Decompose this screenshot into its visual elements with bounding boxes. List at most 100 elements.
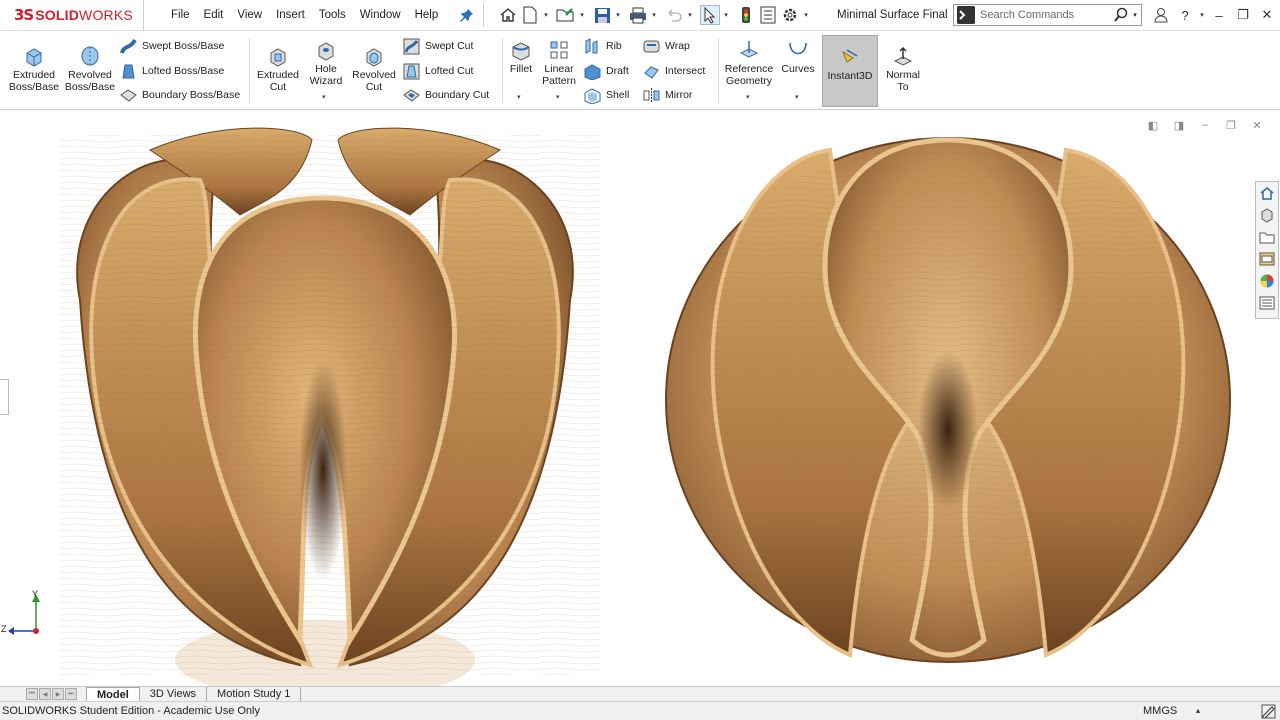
undo-dropdown-icon[interactable]: ▾ [686,11,694,19]
extruded-cut-button[interactable]: Extruded Cut [254,45,302,93]
next-view-icon[interactable]: ◨ [1168,117,1190,133]
rib-icon [585,37,598,54]
menu-view[interactable]: View [237,9,262,21]
fillet-button[interactable]: Fillet [506,39,536,75]
design-library-icon[interactable] [1256,204,1278,226]
new-document-icon[interactable] [520,5,540,25]
status-bar: SOLIDWORKS Student Edition - Academic Us… [0,701,1280,720]
linear-pattern-dropdown-icon[interactable]: ▾ [556,93,560,101]
viewport-restore-icon[interactable]: ❐ [1220,117,1242,133]
tab-prev-icon[interactable]: ◀ [39,688,51,700]
lofted-cut-button[interactable]: Lofted Cut [403,62,473,80]
file-explorer-icon[interactable] [1256,226,1278,248]
solidworks-resources-home-icon[interactable] [1256,182,1278,204]
close-icon[interactable]: ✕ [1256,5,1278,25]
title-bar: 3S SOLIDWORKS File Edit View Insert Tool… [0,0,1280,31]
menu-edit[interactable]: Edit [204,9,224,21]
reference-geometry-dropdown-icon[interactable]: ▾ [746,93,750,101]
hole-wizard-dropdown-icon[interactable]: ▾ [322,93,326,101]
minimize-icon[interactable]: – [1208,5,1230,25]
feature-manager-toggle[interactable] [0,379,9,415]
open-folder-icon[interactable] [556,5,576,25]
customize-status-icon[interactable] [1261,704,1276,719]
user-icon[interactable] [1150,5,1172,25]
search-input[interactable]: Search Commands [980,9,1113,21]
revolved-boss-base-button[interactable]: Revolved Boss/Base [63,45,117,93]
tab-3d-views[interactable]: 3D Views [140,687,208,701]
revolved-cut-label-1: Revolved [352,69,396,81]
select-cursor-icon[interactable] [700,5,720,25]
menu-help[interactable]: Help [415,9,439,21]
mirror-button[interactable]: Mirror [643,86,692,104]
options-dropdown-icon[interactable]: ▾ [802,11,810,19]
rebuild-traffic-light-icon[interactable] [736,5,756,25]
view-palette-icon[interactable] [1256,248,1278,270]
menu-insert[interactable]: Insert [276,9,305,21]
instant3d-button[interactable]: Instant3D [822,35,878,107]
custom-properties-icon[interactable] [1256,292,1278,314]
unit-system-dropdown-icon[interactable]: ▴ [1196,706,1200,715]
intersect-button[interactable]: Intersect [643,62,705,80]
revolved-cut-button[interactable]: Revolved Cut [350,45,398,93]
boundary-boss-base-button[interactable]: Boundary Boss/Base [120,86,240,104]
boundary-cut-button[interactable]: Boundary Cut [403,86,489,104]
tab-next-icon[interactable]: ▶ [52,688,64,700]
linear-pattern-button[interactable]: Linear Pattern [539,39,579,87]
lofted-boss-base-button[interactable]: Lofted Boss/Base [120,62,224,80]
help-icon[interactable]: ? [1174,5,1196,25]
menu-window[interactable]: Window [360,9,401,21]
tab-model[interactable]: Model [86,687,140,701]
viewport-close-icon[interactable]: ✕ [1246,117,1268,133]
new-dropdown-icon[interactable]: ▾ [542,11,550,19]
model-render [8,127,1231,686]
home-icon[interactable] [498,5,518,25]
curves-button[interactable]: Curves [780,39,816,75]
revolved-cut-label-2: Cut [365,81,383,93]
save-dropdown-icon[interactable]: ▾ [614,11,622,19]
normal-to-button[interactable]: Normal To [882,45,924,93]
tab-motion-study-1[interactable]: Motion Study 1 [207,687,302,701]
wrap-button[interactable]: Wrap [643,37,690,55]
unit-system[interactable]: MMGS [1143,705,1177,717]
reference-geometry-button[interactable]: Reference Geometry [723,39,775,87]
swept-boss-base-button[interactable]: Swept Boss/Base [120,37,224,55]
menu-file[interactable]: File [171,9,190,21]
hole-wizard-button[interactable]: Hole Wizard [305,39,347,87]
save-icon[interactable] [592,5,612,25]
rib-button[interactable]: Rib [584,37,622,55]
linear-pattern-label-1: Linear [544,63,574,75]
shell-button[interactable]: Shell [584,86,629,104]
search-icon[interactable] [1113,7,1129,23]
menu-tools[interactable]: Tools [319,9,346,21]
viewport-minimize-icon[interactable]: – [1194,117,1216,133]
extruded-boss-base-button[interactable]: Extruded Boss/Base [8,45,60,93]
tab-first-icon[interactable]: ⏮ [26,688,38,700]
swept-cut-button[interactable]: Swept Cut [403,37,473,55]
fillet-dropdown-icon[interactable]: ▾ [517,93,521,101]
search-commands-box[interactable]: Search Commands ▾ [953,4,1142,26]
previous-view-icon[interactable]: ◧ [1142,117,1164,133]
select-dropdown-icon[interactable]: ▾ [722,11,730,19]
undo-icon[interactable] [664,5,684,25]
tab-last-icon[interactable]: ⏭ [65,688,77,700]
graphics-area[interactable]: Y Z ◧ ◨ – ❐ ✕ [0,111,1280,686]
appearances-scenes-icon[interactable] [1256,270,1278,292]
print-icon[interactable] [628,5,648,25]
tab-navigation: ⏮ ◀ ▶ ⏭ [26,688,78,700]
search-dropdown-icon[interactable]: ▾ [1129,11,1141,19]
pin-menu-icon[interactable] [459,7,475,23]
open-dropdown-icon[interactable]: ▾ [578,11,586,19]
curves-dropdown-icon[interactable]: ▾ [795,93,799,101]
instant3d-icon [841,49,858,63]
restore-icon[interactable]: ❐ [1232,5,1254,25]
print-dropdown-icon[interactable]: ▾ [650,11,658,19]
options-gear-icon[interactable] [780,5,800,25]
file-properties-icon[interactable] [758,5,778,25]
search-commands-type-icon[interactable] [957,6,975,24]
lofted-boss-icon [122,64,135,78]
draft-button[interactable]: Draft [584,62,629,80]
solidworks-logo[interactable]: 3S SOLIDWORKS [0,0,144,30]
help-dropdown-icon[interactable]: ▾ [1198,5,1206,25]
lofted-cut-icon [403,63,420,79]
swept-boss-label: Swept Boss/Base [142,40,225,52]
